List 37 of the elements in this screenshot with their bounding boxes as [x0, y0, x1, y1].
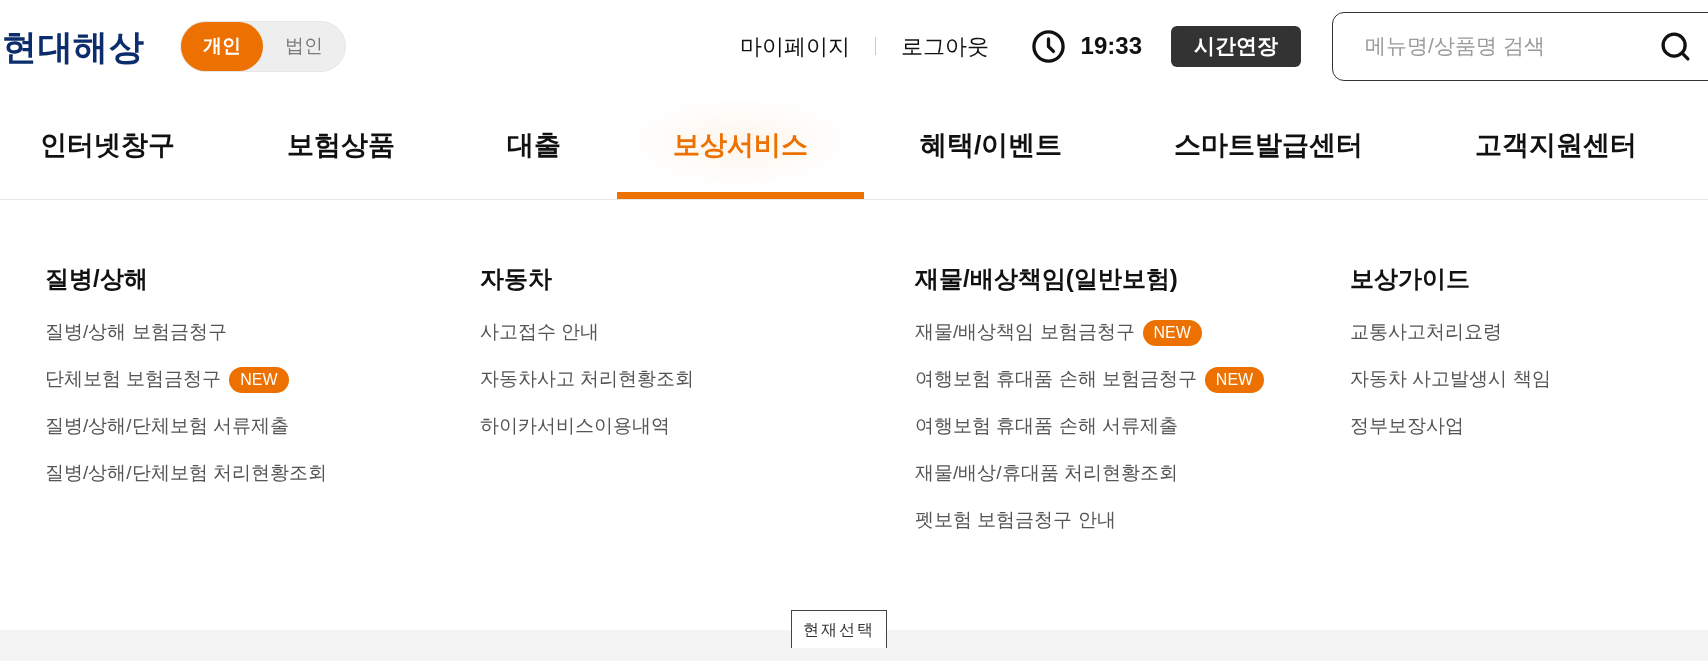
nav-tab[interactable]: 인터넷창구: [0, 92, 231, 199]
new-badge: NEW: [1142, 319, 1202, 346]
nav-tab[interactable]: 대출: [451, 92, 617, 199]
menu-link[interactable]: 재물/배상/휴대품 처리현황조회: [915, 459, 1178, 488]
menu-link[interactable]: 질병/상해/단체보험 서류제출: [45, 412, 289, 441]
menu-link[interactable]: 하이카서비스이용내역: [480, 412, 670, 441]
extend-time-button[interactable]: 시간연장: [1171, 25, 1301, 67]
menu-link[interactable]: 단체보험 보험금청구: [45, 365, 222, 394]
search-field[interactable]: 메뉴명/상품명 검색: [1332, 11, 1708, 81]
nav-tab[interactable]: 고객지원센터: [1419, 92, 1694, 199]
nav-tab[interactable]: 스마트발급센터: [1118, 92, 1420, 199]
menu-link[interactable]: 정부보장사업: [1350, 412, 1464, 441]
menu-link[interactable]: 자동차 사고발생시 책임: [1350, 365, 1551, 394]
menu-heading: 재물/배상책임(일반보험): [915, 264, 1178, 294]
menu-link[interactable]: 자동차사고 처리현황조회: [480, 365, 695, 394]
header-link[interactable]: 로그아웃: [900, 29, 989, 63]
menu-link[interactable]: 여행보험 휴대품 손해 보험금청구: [915, 365, 1197, 394]
menu-link[interactable]: 재물/배상책임 보험금청구: [915, 318, 1135, 347]
nav-tab[interactable]: 보험상품: [231, 92, 451, 199]
menu-heading: 질병/상해: [45, 264, 148, 294]
menu-link[interactable]: 교통사고처리요령: [1350, 318, 1502, 347]
session-timer: 19:33: [1080, 31, 1142, 61]
header-link[interactable]: 마이페이지: [739, 29, 850, 63]
logo[interactable]: 현대해상: [2, 28, 144, 64]
menu-link[interactable]: 질병/상해/단체보험 처리현황조회: [45, 459, 327, 488]
segment-tab[interactable]: 법인: [263, 21, 345, 71]
menu-link[interactable]: 여행보험 휴대품 손해 서류제출: [915, 412, 1178, 441]
menu-link[interactable]: 사고접수 안내: [480, 318, 600, 347]
current-selection-label: 현재선택: [791, 610, 887, 648]
clock-icon: [1031, 29, 1065, 63]
menu-heading: 자동차: [480, 264, 552, 294]
menu-heading: 보상가이드: [1350, 264, 1470, 294]
menu-link[interactable]: 펫보험 보험금청구 안내: [915, 506, 1116, 535]
nav-tab[interactable]: 혜택/이벤트: [864, 92, 1119, 199]
new-badge: NEW: [229, 366, 289, 393]
menu-link[interactable]: 질병/상해 보험금청구: [45, 318, 227, 347]
new-badge: NEW: [1204, 366, 1265, 393]
